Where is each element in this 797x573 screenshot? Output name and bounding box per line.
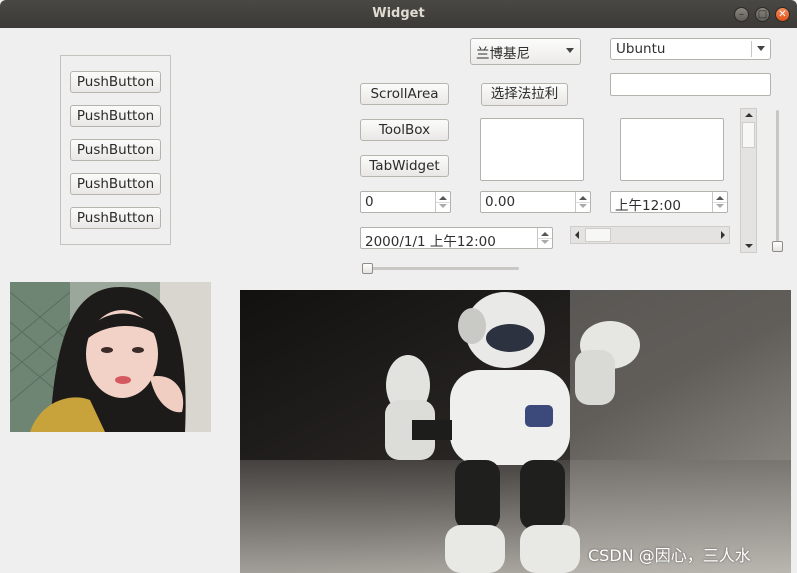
robot-graphic bbox=[240, 290, 791, 573]
toolbox-button[interactable]: ToolBox bbox=[360, 119, 449, 141]
line-edit[interactable] bbox=[610, 73, 771, 96]
push-button-5[interactable]: PushButton bbox=[70, 207, 161, 229]
datetime-edit[interactable]: 2000/1/1 上午12:00 bbox=[360, 227, 553, 250]
vertical-slider-handle[interactable] bbox=[772, 241, 783, 252]
horizontal-scrollbar[interactable] bbox=[570, 226, 730, 244]
horizontal-slider-handle[interactable] bbox=[362, 263, 373, 274]
robot-image: CSDN @因心，三人水 bbox=[240, 290, 791, 573]
arrow-up-icon[interactable] bbox=[745, 113, 753, 117]
horizontal-slider-track[interactable] bbox=[362, 267, 519, 270]
push-button-2[interactable]: PushButton bbox=[70, 105, 161, 127]
car-combo-value: 兰博基尼 bbox=[476, 46, 530, 62]
portrait-graphic bbox=[10, 282, 211, 432]
scroll-area-button[interactable]: ScrollArea bbox=[360, 83, 449, 105]
vertical-slider-track[interactable] bbox=[776, 110, 779, 248]
scrollbar-thumb[interactable] bbox=[742, 122, 755, 148]
portrait-image bbox=[10, 282, 211, 432]
double-spin-value: 0.00 bbox=[485, 194, 516, 210]
spin-down-icon[interactable] bbox=[579, 204, 587, 208]
scrollbar-thumb[interactable] bbox=[585, 228, 611, 242]
os-combo[interactable]: Ubuntu bbox=[610, 38, 771, 60]
arrow-left-icon[interactable] bbox=[575, 231, 579, 239]
spin-down-icon[interactable] bbox=[541, 240, 549, 244]
spin-down-icon[interactable] bbox=[716, 204, 724, 208]
int-spin-value: 0 bbox=[365, 194, 374, 210]
datetime-edit-value: 2000/1/1 上午12:00 bbox=[365, 234, 496, 250]
text-edit[interactable] bbox=[480, 118, 584, 181]
plain-text-edit[interactable] bbox=[620, 118, 724, 181]
time-edit[interactable]: 上午12:00 bbox=[610, 191, 728, 214]
chevron-down-icon bbox=[757, 46, 765, 51]
tab-widget-button[interactable]: TabWidget bbox=[360, 155, 449, 177]
car-combo[interactable]: 兰博基尼 bbox=[470, 38, 581, 65]
title-bar[interactable]: Widget – □ ✕ bbox=[0, 0, 797, 28]
spin-up-icon[interactable] bbox=[541, 232, 549, 236]
chevron-down-icon bbox=[566, 48, 574, 53]
minimize-icon[interactable]: – bbox=[734, 7, 749, 22]
spin-up-icon[interactable] bbox=[439, 196, 447, 200]
spin-up-icon[interactable] bbox=[716, 196, 724, 200]
maximize-icon[interactable]: □ bbox=[755, 7, 770, 22]
push-button-1[interactable]: PushButton bbox=[70, 71, 161, 93]
widget-window: Widget – □ ✕ PushButton PushButton PushB… bbox=[0, 0, 797, 573]
time-edit-value: 上午12:00 bbox=[615, 198, 681, 214]
window-title: Widget bbox=[372, 6, 425, 21]
watermark-text: CSDN @因心，三人水 bbox=[588, 546, 751, 565]
int-spin-box[interactable]: 0 bbox=[360, 191, 451, 213]
push-button-4[interactable]: PushButton bbox=[70, 173, 161, 195]
vertical-scrollbar[interactable] bbox=[740, 108, 757, 253]
os-combo-value: Ubuntu bbox=[616, 41, 666, 57]
spin-up-icon[interactable] bbox=[579, 196, 587, 200]
spin-down-icon[interactable] bbox=[439, 204, 447, 208]
push-button-3[interactable]: PushButton bbox=[70, 139, 161, 161]
arrow-right-icon[interactable] bbox=[721, 231, 725, 239]
close-icon[interactable]: ✕ bbox=[775, 7, 790, 22]
double-spin-box[interactable]: 0.00 bbox=[480, 191, 591, 213]
arrow-down-icon[interactable] bbox=[745, 244, 753, 248]
select-ferrari-button[interactable]: 选择法拉利 bbox=[481, 83, 568, 106]
